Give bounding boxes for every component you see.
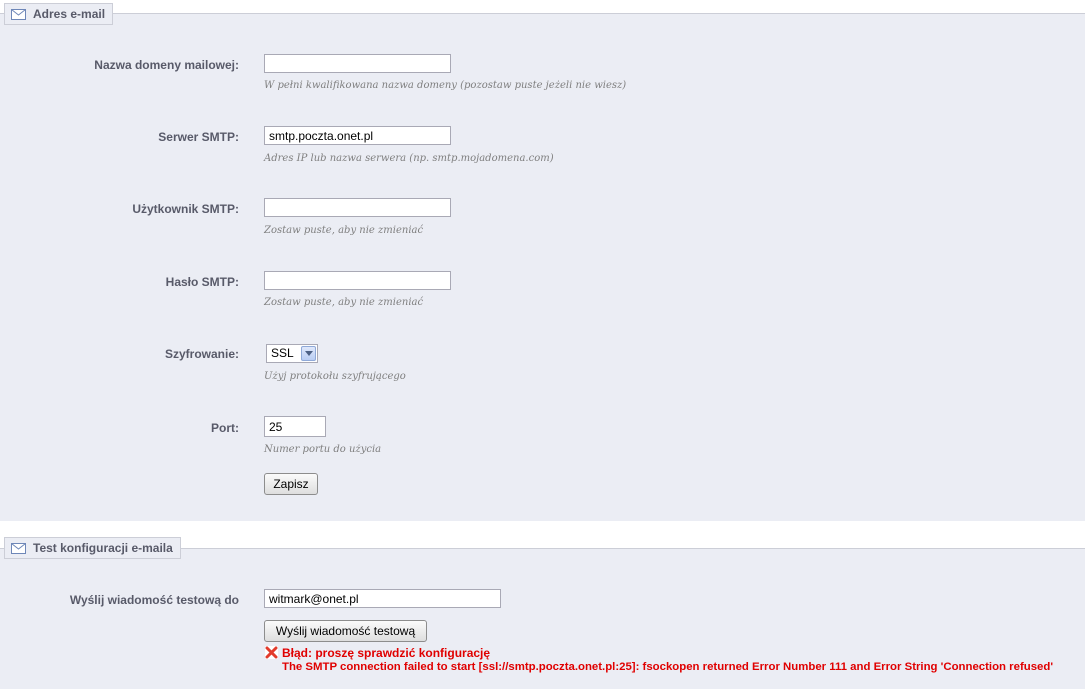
error-detail: The SMTP connection failed to start [ssl… [282, 661, 1054, 673]
smtp-password-hint: Zostaw puste, aby nie zmieniać [264, 297, 424, 308]
smtp-server-label: Serwer SMTP: [158, 130, 239, 144]
smtp-password-input[interactable] [264, 271, 451, 290]
port-label: Port: [211, 421, 239, 435]
recipient-input[interactable] [264, 589, 501, 608]
encryption-label: Szyfrowanie: [164, 347, 239, 361]
envelope-icon [11, 540, 26, 560]
encryption-select[interactable]: SSL [266, 344, 318, 363]
smtp-password-label: Hasło SMTP: [165, 275, 239, 289]
recipient-label: Wyślij wiadomość testową do [69, 593, 239, 607]
email-test-title: Test konfiguracji e-maila [33, 541, 173, 555]
email-settings-title: Adres e-mail [33, 7, 106, 21]
encryption-selected-value: SSL [271, 346, 294, 360]
smtp-server-hint: Adres IP lub nazwa serwera (np. smtp.moj… [264, 153, 554, 164]
domain-input[interactable] [264, 54, 451, 73]
smtp-server-input[interactable] [264, 126, 451, 145]
error-title: Błąd: proszę sprawdzić konfigurację [282, 646, 491, 660]
error-x-icon [265, 646, 278, 659]
envelope-icon [11, 6, 26, 26]
smtp-user-input[interactable] [264, 198, 451, 217]
email-test-legend: Test konfiguracji e-maila [4, 537, 181, 559]
smtp-user-label: Użytkownik SMTP: [132, 202, 239, 216]
domain-hint: W pełni kwalifikowana nazwa domeny (pozo… [264, 80, 627, 91]
encryption-hint: Użyj protokołu szyfrującego [264, 371, 406, 382]
port-hint: Numer portu do użycia [264, 444, 382, 455]
domain-label: Nazwa domeny mailowej: [94, 58, 239, 72]
smtp-user-hint: Zostaw puste, aby nie zmieniać [264, 225, 424, 236]
email-settings-legend: Adres e-mail [4, 3, 114, 26]
send-test-email-button[interactable]: Wyślij wiadomość testową [264, 620, 427, 642]
port-input[interactable] [264, 416, 326, 437]
chevron-down-icon[interactable] [301, 346, 316, 361]
save-button[interactable]: Zapisz [264, 473, 318, 495]
